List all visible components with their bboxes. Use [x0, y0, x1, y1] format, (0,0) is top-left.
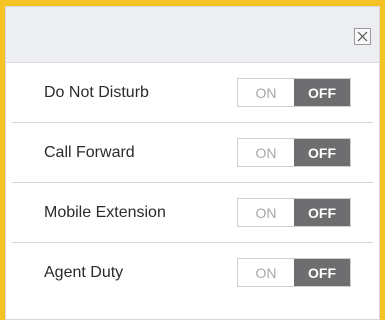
- setting-row-mobile-extension: Mobile Extension ON OFF: [12, 183, 373, 243]
- toggle-on-option[interactable]: ON: [238, 259, 294, 286]
- toggle-on-option[interactable]: ON: [238, 199, 294, 226]
- setting-label: Do Not Disturb: [44, 83, 149, 101]
- setting-label: Mobile Extension: [44, 203, 166, 221]
- toggle-off-option[interactable]: OFF: [294, 199, 350, 226]
- toggle-off-option[interactable]: OFF: [294, 79, 350, 106]
- settings-list: Do Not Disturb ON OFF Call Forward ON OF…: [6, 63, 379, 302]
- agent-duty-toggle[interactable]: ON OFF: [237, 258, 351, 287]
- toggle-off-option[interactable]: OFF: [294, 139, 350, 166]
- close-icon: [357, 31, 368, 42]
- call-forward-toggle[interactable]: ON OFF: [237, 138, 351, 167]
- setting-label: Call Forward: [44, 143, 135, 161]
- toggle-on-option[interactable]: ON: [238, 79, 294, 106]
- toggle-off-option[interactable]: OFF: [294, 259, 350, 286]
- setting-row-do-not-disturb: Do Not Disturb ON OFF: [12, 63, 373, 123]
- do-not-disturb-toggle[interactable]: ON OFF: [237, 78, 351, 107]
- mobile-extension-toggle[interactable]: ON OFF: [237, 198, 351, 227]
- close-button[interactable]: [354, 28, 371, 45]
- setting-row-agent-duty: Agent Duty ON OFF: [12, 243, 373, 302]
- setting-label: Agent Duty: [44, 263, 124, 281]
- toggle-on-option[interactable]: ON: [238, 139, 294, 166]
- settings-dialog: Do Not Disturb ON OFF Call Forward ON OF…: [5, 6, 380, 320]
- dialog-header: [6, 7, 379, 63]
- setting-row-call-forward: Call Forward ON OFF: [12, 123, 373, 183]
